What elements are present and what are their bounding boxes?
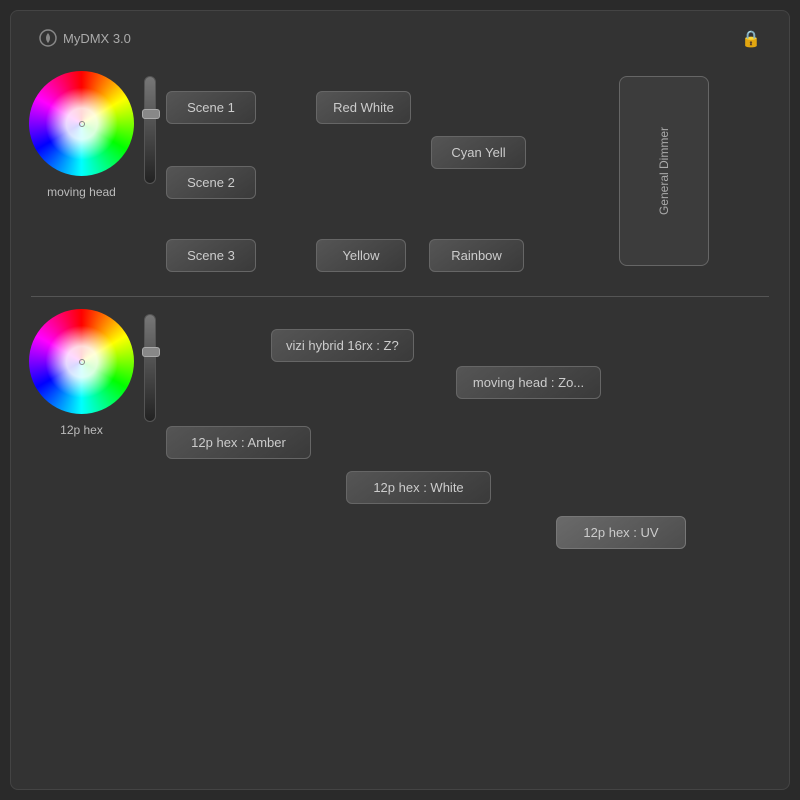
- 12p-hex-white-button[interactable]: 12p hex : White: [346, 471, 491, 504]
- rainbow-button[interactable]: Rainbow: [429, 239, 524, 272]
- scene-1-button[interactable]: Scene 1: [166, 91, 256, 124]
- moving-head-slider[interactable]: [144, 76, 156, 184]
- color-wheel-1[interactable]: [29, 71, 134, 176]
- app-title-text: MyDMX 3.0: [63, 31, 131, 46]
- general-dimmer-label: General Dimmer: [657, 127, 671, 215]
- color-wheel-2[interactable]: [29, 309, 134, 414]
- cyan-yell-button[interactable]: Cyan Yell: [431, 136, 526, 169]
- 12p-hex-slider[interactable]: [144, 314, 156, 422]
- app-window: MyDMX 3.0 🔒 m: [10, 10, 790, 790]
- 12p-hex-section: 12p hex: [29, 309, 134, 437]
- app-logo-icon: [39, 29, 57, 47]
- section-divider: [31, 296, 769, 297]
- scene-3-button[interactable]: Scene 3: [166, 239, 256, 272]
- app-title-bar: MyDMX 3.0: [39, 29, 131, 47]
- 12p-hex-label: 12p hex: [29, 423, 134, 437]
- moving-head-section: moving head: [29, 71, 134, 199]
- yellow-button[interactable]: Yellow: [316, 239, 406, 272]
- general-dimmer-container: General Dimmer: [619, 76, 709, 266]
- 12p-hex-amber-button[interactable]: 12p hex : Amber: [166, 426, 311, 459]
- red-white-button[interactable]: Red White: [316, 91, 411, 124]
- scene-2-button[interactable]: Scene 2: [166, 166, 256, 199]
- 12p-hex-uv-button[interactable]: 12p hex : UV: [556, 516, 686, 549]
- moving-head-zo-button[interactable]: moving head : Zo...: [456, 366, 601, 399]
- lock-icon[interactable]: 🔒: [741, 29, 761, 49]
- vizi-hybrid-button[interactable]: vizi hybrid 16rx : Z?: [271, 329, 414, 362]
- moving-head-label: moving head: [29, 185, 134, 199]
